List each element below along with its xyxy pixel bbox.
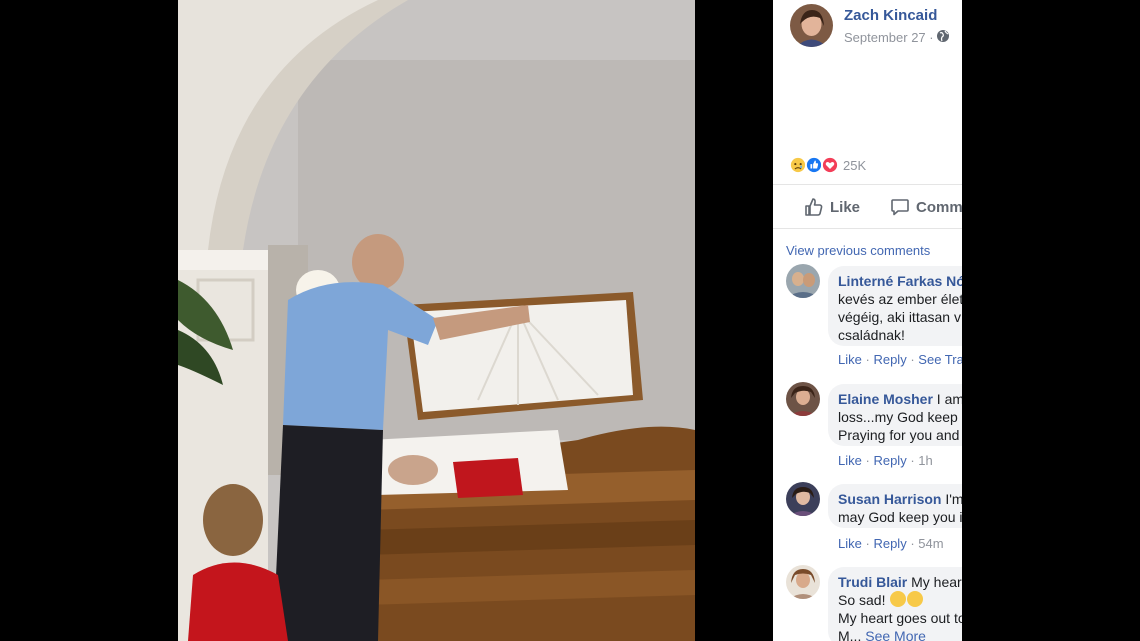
separator-dot: · <box>910 536 915 551</box>
comment-like-link[interactable]: Like <box>838 453 862 468</box>
comment-bubble: Trudi Blair My hear So sad! My heart goe… <box>828 567 962 641</box>
author-avatar[interactable] <box>790 4 833 47</box>
comment-like-link[interactable]: Like <box>838 352 862 367</box>
separator-dot: · <box>910 453 915 468</box>
view-previous-comments-link[interactable]: View previous comments <box>786 243 930 258</box>
comment-timestamp[interactable]: 1h <box>918 453 932 468</box>
comment-actions: Like · Reply · 54m <box>838 536 944 551</box>
separator-dot: · <box>865 536 870 551</box>
post-header: Zach Kincaid September 27 · <box>773 0 962 56</box>
comment-icon <box>891 199 909 216</box>
comment-actions: Like · Reply · See Tra <box>838 352 962 367</box>
comment-reply-link[interactable]: Reply <box>873 352 906 367</box>
separator-dot: · <box>910 352 915 367</box>
commenter-name[interactable]: Susan Harrison <box>838 491 941 507</box>
author-name[interactable]: Zach Kincaid <box>844 7 937 24</box>
thumbs-up-icon <box>805 198 823 216</box>
comment-reply-link[interactable]: Reply <box>873 453 906 468</box>
comment-text-line: My heart goes out to <box>838 610 962 626</box>
commenter-avatar[interactable] <box>786 482 820 516</box>
separator-dot: · <box>865 453 870 468</box>
post-date-separator: · <box>929 30 934 45</box>
post-date-text: September 27 <box>844 30 926 45</box>
comment-bubble: Linterné Farkas Nó kevés az ember élet v… <box>828 266 962 346</box>
comment-text-first-line: My hear <box>907 574 962 590</box>
facebook-post-panel: Zach Kincaid September 27 · 25K Like Com… <box>773 0 962 641</box>
commenter-avatar[interactable] <box>786 565 820 599</box>
comment-text-line: Praying for you and <box>838 427 960 443</box>
love-reaction-icon <box>821 156 839 174</box>
see-translation-link[interactable]: See Tra <box>918 352 962 367</box>
separator-dot: · <box>865 352 870 367</box>
comment-actions: Like · Reply · 1h <box>838 453 933 468</box>
see-more-link[interactable]: See More <box>865 628 926 641</box>
comment-bubble: Susan Harrison I'm may God keep you i <box>828 484 962 528</box>
reaction-count: 25K <box>843 157 867 173</box>
comment-reply-link[interactable]: Reply <box>873 536 906 551</box>
commenter-name[interactable]: Trudi Blair <box>838 574 907 590</box>
comment-text-line: may God keep you i <box>838 509 962 525</box>
post-actions-bar: Like Comm <box>773 184 962 229</box>
post-photo[interactable] <box>178 0 695 641</box>
post-date[interactable]: September 27 · <box>844 30 934 45</box>
comment-text-first-line: I am <box>932 391 962 407</box>
comment-text-line: családnak! <box>838 327 905 343</box>
commenter-name[interactable]: Elaine Mosher <box>838 391 933 407</box>
commenter-name[interactable]: Linterné Farkas Nó <box>838 273 962 289</box>
like-button[interactable]: Like <box>804 197 860 217</box>
comment-bubble: Elaine Mosher I am loss...my God keep Pr… <box>828 384 962 446</box>
globe-icon <box>937 30 949 42</box>
comment-text-line: So sad! <box>838 592 886 608</box>
comment-text-first-line: I'm <box>941 491 962 507</box>
comment-like-link[interactable]: Like <box>838 536 862 551</box>
commenter-avatar[interactable] <box>786 382 820 416</box>
comment-text-line: kevés az ember élet <box>838 291 962 307</box>
commenter-avatar[interactable] <box>786 264 820 298</box>
comment-text-line: M... <box>838 628 862 641</box>
sad-emoji-icon <box>907 591 924 607</box>
sad-emoji-icon <box>890 591 907 607</box>
funeral-photo-image <box>178 0 695 641</box>
comment-text-line: végéig, aki ittasan v <box>838 309 961 325</box>
like-button-label: Like <box>830 198 861 216</box>
comment-timestamp[interactable]: 54m <box>918 536 943 551</box>
comment-button[interactable]: Comm <box>890 197 962 217</box>
reaction-summary[interactable]: 25K <box>789 155 866 175</box>
comment-button-label: Comm <box>916 198 962 216</box>
comment-text-line: loss...my God keep <box>838 409 958 425</box>
